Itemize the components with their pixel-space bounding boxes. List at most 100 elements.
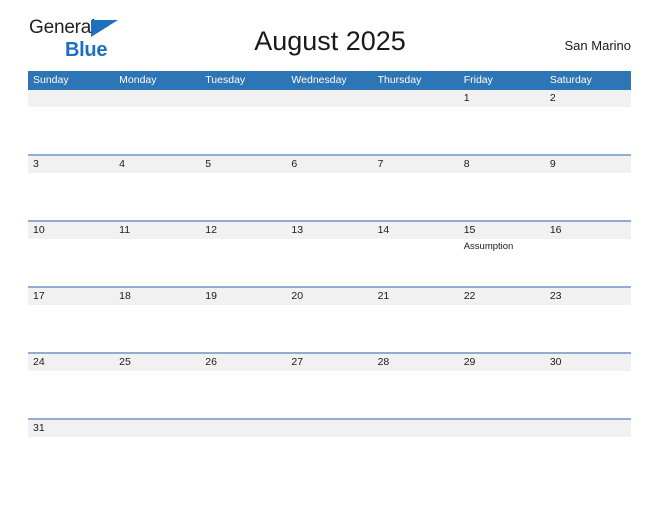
event-cell[interactable]	[200, 107, 286, 152]
event-cell[interactable]	[286, 437, 372, 482]
day-cell[interactable]: 30	[545, 354, 631, 371]
page-title: August 2025	[254, 26, 406, 56]
day-cell[interactable]: 7	[373, 156, 459, 173]
event-cell[interactable]	[373, 173, 459, 218]
event-cell[interactable]	[28, 305, 114, 350]
event-cell[interactable]	[286, 239, 372, 284]
event-cell[interactable]	[373, 305, 459, 350]
date-number: 16	[549, 224, 562, 236]
event-cell[interactable]	[286, 305, 372, 350]
events-band	[28, 107, 631, 152]
event-cell[interactable]: Assumption	[459, 239, 545, 284]
event-cell[interactable]	[459, 107, 545, 152]
weekday-monday: Monday	[119, 74, 157, 86]
event-cell[interactable]	[545, 371, 631, 416]
day-cell[interactable]: 26	[200, 354, 286, 371]
event-cell[interactable]	[28, 371, 114, 416]
event-cell[interactable]	[114, 437, 200, 482]
event-cell[interactable]	[28, 437, 114, 482]
calendar-page: General Blue August 2025 San Marino Sund…	[0, 0, 660, 510]
event-cell[interactable]	[114, 371, 200, 416]
day-cell[interactable]: 27	[286, 354, 372, 371]
day-cell[interactable]: 31	[28, 420, 114, 437]
weekday-thursday: Thursday	[377, 74, 422, 86]
event-cell[interactable]	[459, 173, 545, 218]
event-cell[interactable]	[200, 173, 286, 218]
day-cell[interactable]: 9	[545, 156, 631, 173]
event-cell[interactable]	[373, 239, 459, 284]
day-cell[interactable]: 13	[286, 222, 372, 239]
day-cell[interactable]: 12	[200, 222, 286, 239]
day-cell[interactable]: 2	[545, 90, 631, 107]
day-cell[interactable]	[545, 420, 631, 437]
event-cell[interactable]	[373, 437, 459, 482]
event-cell[interactable]	[545, 173, 631, 218]
event-cell[interactable]	[286, 371, 372, 416]
day-cell[interactable]: 18	[114, 288, 200, 305]
day-cell[interactable]: 11	[114, 222, 200, 239]
day-cell[interactable]	[459, 420, 545, 437]
date-number: 2	[549, 92, 556, 104]
day-cell[interactable]: 6	[286, 156, 372, 173]
day-cell[interactable]	[200, 90, 286, 107]
event-cell[interactable]	[28, 173, 114, 218]
event-cell[interactable]	[459, 305, 545, 350]
day-cell[interactable]: 23	[545, 288, 631, 305]
weekday-sunday: Sunday	[33, 74, 69, 86]
event-cell[interactable]	[200, 371, 286, 416]
event-cell[interactable]	[373, 371, 459, 416]
event-cell[interactable]	[373, 107, 459, 152]
weekday-header-row: Sunday Monday Tuesday Wednesday Thursday…	[28, 71, 631, 90]
day-cell[interactable]: 15	[459, 222, 545, 239]
day-cell[interactable]	[373, 420, 459, 437]
event-cell[interactable]	[286, 173, 372, 218]
day-cell[interactable]: 17	[28, 288, 114, 305]
event-cell[interactable]	[114, 173, 200, 218]
event-cell[interactable]	[286, 107, 372, 152]
event-cell[interactable]	[200, 437, 286, 482]
day-cell[interactable]: 20	[286, 288, 372, 305]
day-cell[interactable]: 4	[114, 156, 200, 173]
event-cell[interactable]	[545, 305, 631, 350]
day-cell[interactable]	[200, 420, 286, 437]
date-number: 24	[33, 356, 45, 368]
event-cell[interactable]	[28, 107, 114, 152]
event-cell[interactable]	[459, 371, 545, 416]
event-cell[interactable]	[545, 437, 631, 482]
day-cell[interactable]: 1	[459, 90, 545, 107]
day-cell[interactable]: 22	[459, 288, 545, 305]
day-cell[interactable]: 10	[28, 222, 114, 239]
date-number: 7	[377, 158, 384, 170]
day-cell[interactable]: 5	[200, 156, 286, 173]
date-band: 17 18 19 20 21 22 23	[28, 288, 631, 305]
event-cell[interactable]	[545, 107, 631, 152]
day-cell[interactable]: 21	[373, 288, 459, 305]
events-band	[28, 173, 631, 218]
day-cell[interactable]	[114, 90, 200, 107]
day-cell[interactable]: 3	[28, 156, 114, 173]
day-cell[interactable]: 24	[28, 354, 114, 371]
day-cell[interactable]	[28, 90, 114, 107]
event-cell[interactable]	[545, 239, 631, 284]
day-cell[interactable]: 28	[373, 354, 459, 371]
date-number: 17	[33, 290, 45, 302]
event-cell[interactable]	[200, 239, 286, 284]
event-cell[interactable]	[114, 107, 200, 152]
day-cell[interactable]: 19	[200, 288, 286, 305]
event-cell[interactable]	[114, 239, 200, 284]
day-cell[interactable]	[373, 90, 459, 107]
date-band: 3 4 5 6 7 8 9	[28, 156, 631, 173]
event-cell[interactable]	[200, 305, 286, 350]
day-cell[interactable]: 16	[545, 222, 631, 239]
event-cell[interactable]	[28, 239, 114, 284]
day-cell[interactable]: 8	[459, 156, 545, 173]
day-cell[interactable]: 25	[114, 354, 200, 371]
events-band	[28, 305, 631, 350]
day-cell[interactable]	[286, 420, 372, 437]
event-cell[interactable]	[114, 305, 200, 350]
day-cell[interactable]	[286, 90, 372, 107]
day-cell[interactable]: 29	[459, 354, 545, 371]
day-cell[interactable]	[114, 420, 200, 437]
event-cell[interactable]	[459, 437, 545, 482]
day-cell[interactable]: 14	[373, 222, 459, 239]
